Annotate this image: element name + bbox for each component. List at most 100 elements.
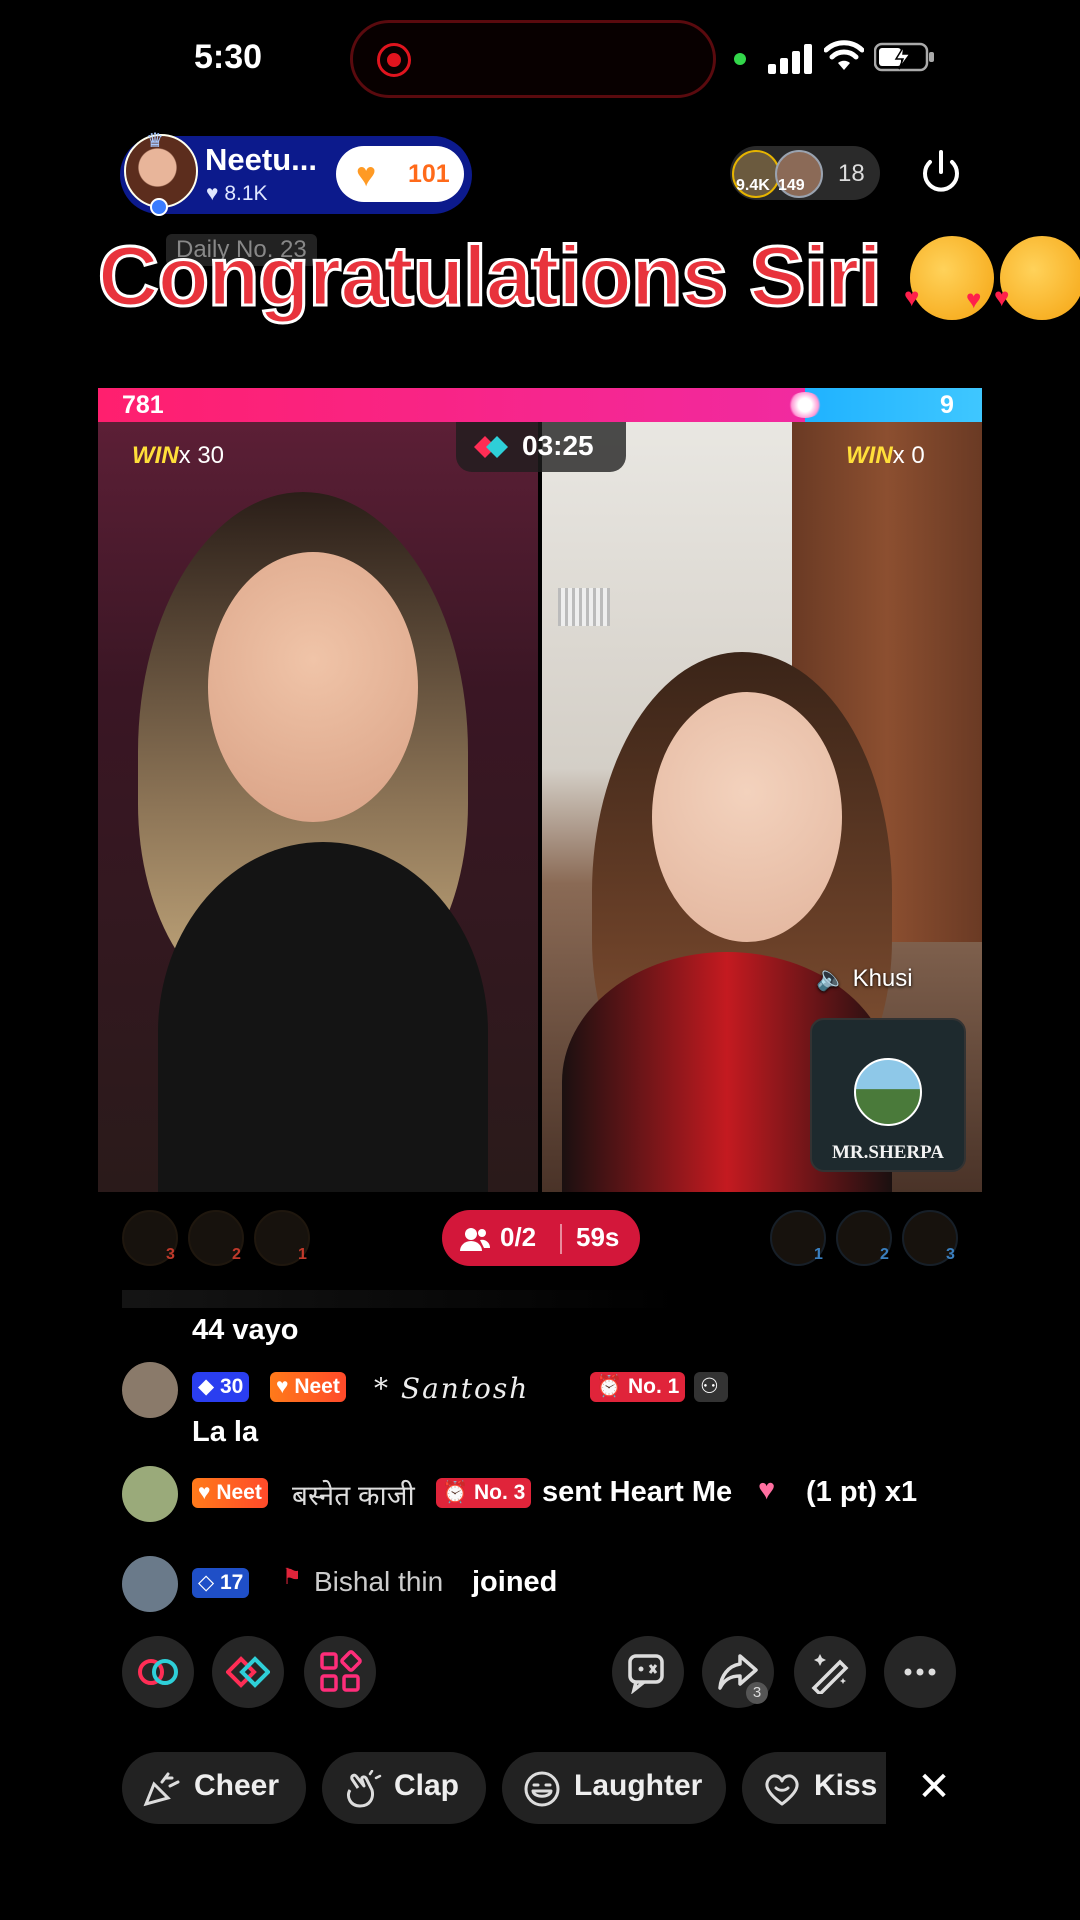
win-label: WIN: [846, 442, 893, 469]
speaker-icon: 🔈: [816, 965, 846, 992]
reaction-label: Cheer: [194, 1769, 280, 1802]
rank-badge-label: No. 3: [474, 1481, 526, 1504]
chat-message: La la: [192, 1416, 259, 1448]
heart-icon: ♥: [904, 282, 920, 312]
host-video[interactable]: [98, 422, 538, 1192]
chat-username[interactable]: * Santosh: [374, 1372, 529, 1405]
gifter-rank: 1: [814, 1246, 823, 1263]
win-count: x 0: [892, 442, 925, 469]
viewer-score: 9.4K: [736, 177, 770, 194]
win-streak-right: WINx 0: [846, 442, 925, 470]
win-streak-left: WINx 30: [132, 442, 224, 470]
pk-button[interactable]: [212, 1636, 284, 1708]
gift-message: sent Heart Me: [542, 1476, 733, 1508]
mic-time: 59s: [576, 1222, 620, 1252]
opponent-video-vent: [558, 588, 610, 626]
crown-icon: ♛: [146, 130, 164, 152]
level-badge: ◇ 17: [192, 1568, 250, 1598]
chat-username[interactable]: Bishal thin: [314, 1566, 443, 1598]
reaction-label: Clap: [394, 1769, 460, 1802]
chat-avatar[interactable]: [122, 1466, 178, 1522]
score-left: 781: [122, 391, 164, 419]
speaker-label: 🔈 Khusi: [816, 964, 913, 993]
battery-icon: [874, 42, 934, 72]
magic-button[interactable]: [794, 1636, 866, 1708]
rank-badge: ⏰ No. 1: [590, 1372, 686, 1402]
guest-avatar[interactable]: [854, 1058, 922, 1126]
viewer-count: 18: [838, 160, 865, 187]
users-icon: [460, 1228, 490, 1251]
guest-name: MR.SHERPA: [831, 1142, 945, 1163]
privacy-indicator: [734, 53, 746, 65]
fan-badge-label: Neet: [216, 1481, 262, 1504]
mic-seats: 0/2: [500, 1222, 537, 1252]
gifter-rank: 2: [880, 1246, 889, 1263]
rank-badge: ⏰ No. 3: [436, 1478, 532, 1508]
battle-progress-bar: [98, 388, 982, 422]
win-count: x 30: [178, 442, 225, 469]
heart-icon: ♥: [206, 182, 219, 205]
diamond-icon: ◇: [198, 1571, 215, 1594]
smiling-face-hearts-icon: [1000, 236, 1080, 320]
host-video-face: [208, 552, 418, 822]
opponent-video-face: [652, 692, 842, 942]
heart-icon: ♥: [276, 1375, 289, 1398]
close-icon[interactable]: ✕: [912, 1762, 956, 1812]
apps-button[interactable]: [304, 1636, 376, 1708]
host-badge-icon: [150, 198, 168, 216]
congrats-text: Congratulations Siri: [97, 228, 884, 325]
gifter-rank: 3: [166, 1246, 175, 1263]
reaction-label: Laughter: [574, 1769, 703, 1802]
chat-avatar[interactable]: [122, 1362, 178, 1418]
kiss-icon: [765, 1774, 799, 1806]
pk-icon: [474, 436, 508, 458]
clap-icon: [346, 1770, 382, 1808]
heart-icon: ♥: [356, 156, 377, 194]
heart-icon: ♥: [966, 284, 982, 314]
fan-badge: ♥ Neet: [270, 1372, 346, 1402]
reaction-label: Kiss: [814, 1769, 878, 1802]
link-icon: [138, 1659, 178, 1685]
fan-badge-label: Neet: [294, 1375, 340, 1398]
speaker-name: Khusi: [852, 965, 913, 992]
more-button[interactable]: [884, 1636, 956, 1708]
viewer-score: 149: [778, 177, 805, 194]
host-likes-count: 8.1K: [224, 182, 268, 205]
gifter-rank: 1: [298, 1246, 307, 1263]
chat-icon: [628, 1654, 664, 1694]
laughter-icon: [524, 1771, 560, 1807]
host-likes: ♥ 8.1K: [206, 182, 268, 206]
more-icon: [904, 1668, 936, 1676]
faded-chat-line: [122, 1290, 682, 1308]
chat-avatar[interactable]: [122, 1556, 178, 1612]
gift-heart-icon: ♥: [758, 1474, 776, 1506]
fan-badge: ♥ Neet: [192, 1478, 268, 1508]
power-icon[interactable]: [918, 146, 964, 200]
battle-timer-text: 03:25: [522, 430, 594, 461]
medal-icon: ⏰: [442, 1481, 469, 1504]
nepal-flag-icon: ⚑: [282, 1564, 302, 1589]
host-name[interactable]: Neetu...: [205, 142, 317, 178]
heart-icon: ♥: [198, 1481, 211, 1504]
link-button[interactable]: [122, 1636, 194, 1708]
follow-count: 101: [408, 160, 450, 188]
heart-icon: ♥: [994, 282, 1010, 312]
share-count: 3: [746, 1682, 768, 1704]
score-right: 9: [940, 391, 954, 419]
wifi-icon: [824, 40, 864, 70]
rank-badge-label: No. 1: [628, 1375, 680, 1398]
level-badge: ◆ 30: [192, 1372, 250, 1402]
gifter-rank: 3: [946, 1246, 955, 1263]
status-time: 5:30: [194, 38, 263, 76]
chat-username[interactable]: बस्नेत काजी: [292, 1476, 415, 1514]
magic-wand-icon: [811, 1654, 849, 1694]
dynamic-island: [350, 20, 716, 98]
win-label: WIN: [132, 442, 179, 469]
comment-button[interactable]: [612, 1636, 684, 1708]
gift-points: (1 pt) x1: [806, 1476, 918, 1508]
divider: [560, 1224, 562, 1254]
signal-icon: [768, 44, 812, 74]
pk-icon: [226, 1656, 270, 1688]
level-value: 30: [220, 1375, 244, 1398]
moderator-icon: ⚇: [694, 1372, 728, 1402]
